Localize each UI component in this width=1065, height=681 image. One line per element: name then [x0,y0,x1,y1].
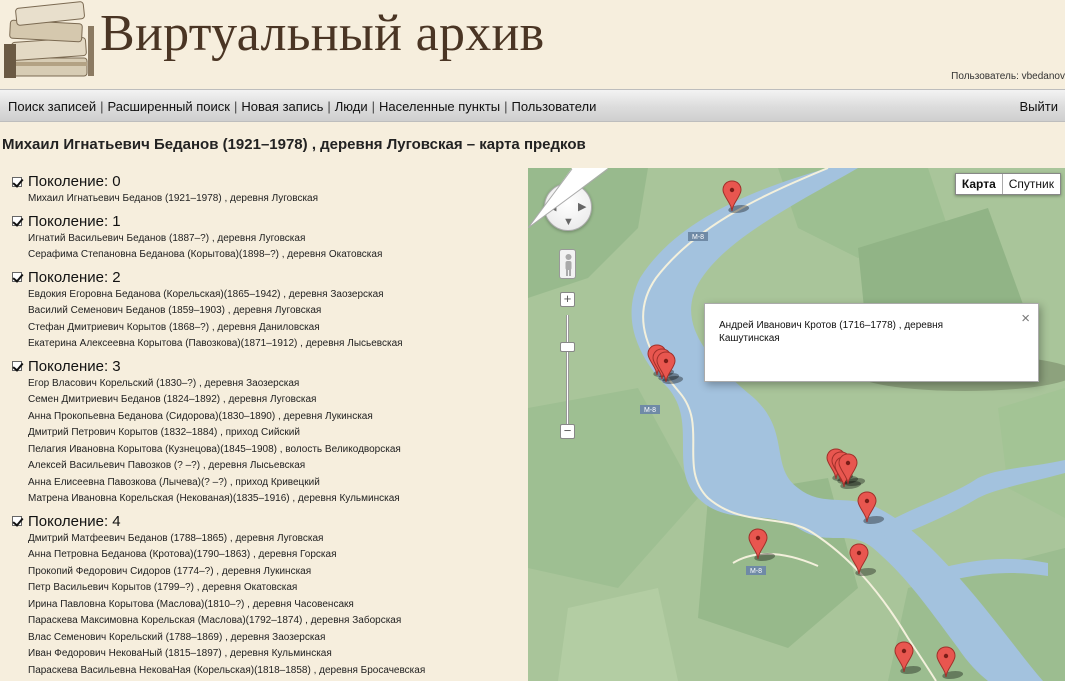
map-type-satellite-button[interactable]: Спутник [1003,174,1060,194]
map-tiles: M-8 M-8 M-8 [528,168,1065,681]
generation-0: Поколение: 0 Михаил Игнатьевич Беданов (1… [12,172,525,208]
ancestor-entry[interactable]: Анна Прокопьевна Беданова (Сидорова)(183… [28,409,525,426]
generation-checkbox[interactable] [12,272,22,282]
nav-separator: | [371,99,375,114]
ancestor-entry[interactable]: Влас Семенович Корельский (1788–1869) , … [28,630,525,647]
ancestor-entry[interactable]: Василий Семенович Беданов (1859–1903) , … [28,303,525,320]
infowindow-text: Андрей Иванович Кротов (1716–1778) , дер… [719,320,944,344]
site-title: Виртуальный архив [100,5,545,62]
generation-header: Поколение: 4 [12,512,525,531]
map-infowindow: Андрей Иванович Кротов (1716–1778) , дер… [704,303,1039,382]
generation-checkbox[interactable] [12,176,22,187]
generation-label: Поколение: 2 [28,268,121,286]
ancestor-entry[interactable]: Прокопий Федорович Сидоров (1774–?) , де… [28,564,525,581]
zoom-in-button[interactable]: + [560,292,575,307]
ancestor-entry[interactable]: Параскева Васильевна НековаНая (Корельск… [28,663,525,680]
ancestor-list: Поколение: 0 Михаил Игнатьевич Беданов (1… [0,168,525,681]
ancestor-entry[interactable]: Иван Федорович НековаНый (1815–1897) , д… [28,646,525,663]
ancestor-entry[interactable]: Матрена Ивановна Корельская (Некованая)(… [28,491,525,508]
close-icon[interactable]: × [1021,310,1030,327]
logout-link[interactable]: Выйти [1020,99,1059,114]
pegman-icon[interactable] [559,249,576,279]
nav-people[interactable]: Люди [335,99,368,114]
generation-label: Поколение: 3 [28,357,121,375]
user-info: Пользователь: vbedanov [951,71,1065,82]
ancestor-entry[interactable]: Пелагия Ивановна Корытова (Кузнецова)(18… [28,442,525,459]
nav-advanced-search[interactable]: Расширенный поиск [108,99,230,114]
generation-label: Поколение: 0 [28,173,121,190]
nav-new-record[interactable]: Новая запись [241,99,323,114]
map-marker-icon[interactable] [748,528,776,562]
ancestor-entry[interactable]: Михаил Игнатьевич Беданов (1921–1978) , … [28,191,525,208]
map-marker-icon[interactable] [849,543,877,577]
map-marker-icon[interactable] [722,180,750,214]
generation-2: Поколение: 2 Евдокия Егоровна Беданова (К… [12,268,525,353]
nav-separator: | [504,99,508,114]
map-marker-icon[interactable] [857,491,885,525]
generation-header: Поколение: 1 [12,212,525,231]
zoom-slider-thumb[interactable] [560,342,575,352]
nav-users[interactable]: Пользователи [512,99,597,114]
generation-checkbox[interactable] [12,216,22,226]
ancestor-entry[interactable]: Семен Дмитриевич Беданов (1824–1892) , д… [28,392,525,409]
nav-separator: | [233,99,238,114]
generation-label: Поколение: 1 [28,212,121,230]
map-type-map-button[interactable]: Карта [956,174,1003,194]
navbar: Поиск записей | Расширенный поиск | Новая за… [0,89,1065,122]
ancestor-entry[interactable]: Параскева Максимовна Корельская (Маслова… [28,613,525,630]
generation-label: Поколение: 4 [28,512,121,530]
map-marker-icon[interactable] [656,351,684,385]
ancestor-entry[interactable]: Петр Васильевич Корытов (1799–?) , дерев… [28,580,525,597]
map-marker-icon[interactable] [838,453,866,487]
user-label: Пользователь: [951,71,1019,82]
map[interactable]: M-8 M-8 M-8 Карта Спутник ▲ ▼ ◀ ▶ + − Ан… [528,168,1065,681]
generation-1: Поколение: 1 Игнатий Васильевич Беданов (… [12,212,525,264]
map-marker-icon[interactable] [936,646,964,680]
road-label: M-8 [750,568,762,575]
ancestor-entry[interactable]: Анна Петровна Беданова (Кротова)(1790–18… [28,547,525,564]
ancestor-entry[interactable]: Евдокия Егоровна Беданова (Корельская)(1… [28,287,525,304]
nav-list: Поиск записей | Расширенный поиск | Новая за… [8,99,596,114]
map-type-control: Карта Спутник [954,173,1061,195]
username: vbedanov [1021,71,1065,82]
ancestor-entry[interactable]: Екатерина Алексеевна Корытова (Павозкова… [28,336,525,353]
road-label: M-8 [692,234,704,241]
ancestor-entry[interactable]: Стефан Дмитриевич Корытов (1868–?) , дер… [28,320,525,337]
ancestor-entry[interactable]: Алексей Васильевич Павозков (? –?) , дер… [28,458,525,475]
zoom-slider-track[interactable] [566,315,569,425]
page-title: Михаил Игнатьевич Беданов (1921–1978) , … [2,136,586,153]
generation-header: Поколение: 0 [12,172,525,191]
generation-header: Поколение: 3 [12,357,525,376]
generation-4: Поколение: 4 Дмитрий Матфеевич Беданов (1… [12,512,525,680]
road-label: M-8 [644,407,656,414]
books-logo-icon [4,0,94,84]
ancestor-entry[interactable]: Дмитрий Матфеевич Беданов (1788–1865) , … [28,531,525,548]
ancestor-entry[interactable]: Ирина Павловна Корытова (Маслова)(1810–?… [28,597,525,614]
map-marker-icon[interactable] [894,641,922,675]
nav-separator: | [327,99,331,114]
nav-settlements[interactable]: Населенные пункты [379,99,500,114]
generation-header: Поколение: 2 [12,268,525,287]
ancestor-entry[interactable]: Дмитрий Петрович Корытов (1832–1884) , п… [28,425,525,442]
ancestor-entry[interactable]: Серафима Степановна Беданова (Корытова)(… [28,247,525,264]
ancestor-entry[interactable]: Анна Елисеевна Павозкова (Лычева)(? –?) … [28,475,525,492]
generation-checkbox[interactable] [12,361,22,371]
ancestor-entry[interactable]: Егор Власович Корельский (1830–?) , дере… [28,376,525,393]
zoom-out-button[interactable]: − [560,424,575,439]
nav-separator: | [100,99,104,114]
header: Виртуальный архив Пользователь: vbedanov [0,0,1065,89]
infowindow-tail [528,168,608,228]
nav-search-records[interactable]: Поиск записей [8,99,96,114]
generation-3: Поколение: 3 Егор Власович Корельский (18… [12,357,525,508]
generation-checkbox[interactable] [12,516,22,526]
ancestor-entry[interactable]: Игнатий Васильевич Беданов (1887–?) , де… [28,231,525,248]
